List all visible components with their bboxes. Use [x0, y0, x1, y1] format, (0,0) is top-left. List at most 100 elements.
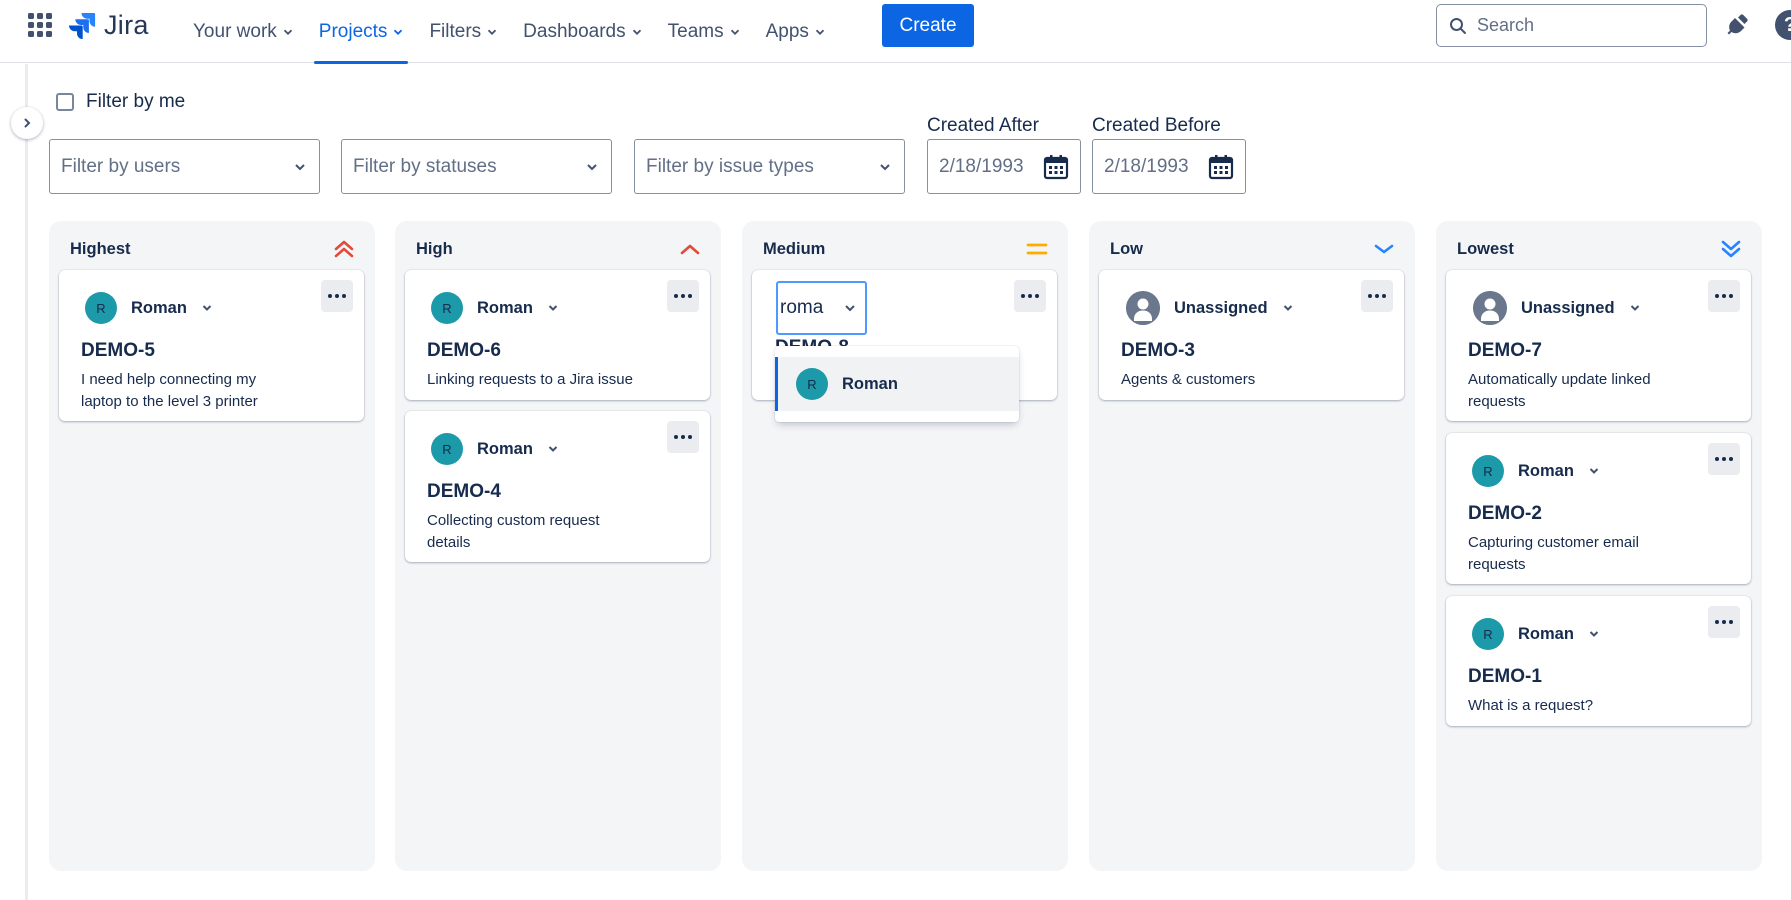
nav-your-work[interactable]: Your work — [180, 0, 306, 63]
filter-statuses-select[interactable]: Filter by statuses — [341, 139, 612, 194]
column-title: Highest — [70, 239, 131, 258]
nav-teams[interactable]: Teams — [655, 0, 753, 63]
logo-text: Jira — [104, 9, 149, 40]
issue-key[interactable]: DEMO-5 — [81, 340, 155, 362]
chevron-down-icon — [1630, 305, 1639, 311]
primary-nav: Your work Projects Filters Dashboards Te… — [180, 0, 838, 64]
assignee-name: Unassigned — [1174, 298, 1268, 317]
issue-card[interactable]: Unassigned DEMO-3 Agents & customers — [1099, 270, 1404, 400]
column-header: Highest — [70, 237, 355, 261]
nav-projects[interactable]: Projects — [306, 0, 417, 64]
issue-key[interactable]: DEMO-1 — [1468, 666, 1542, 688]
filter-by-me-checkbox[interactable]: Filter by me — [56, 91, 185, 113]
issue-card[interactable]: Unassigned DEMO-7 Automatically update l… — [1446, 270, 1751, 421]
column-high: High R Roman DEMO-6 Linking requests to … — [395, 221, 721, 871]
nav-filters[interactable]: Filters — [416, 0, 510, 63]
more-actions-button[interactable] — [321, 280, 353, 312]
filter-issue-types-select[interactable]: Filter by issue types — [634, 139, 905, 194]
assignee-name: Unassigned — [1521, 298, 1615, 317]
filter-by-me-label: Filter by me — [86, 91, 186, 112]
created-before-label: Created Before — [1092, 115, 1221, 136]
search-icon — [1450, 17, 1466, 34]
checkbox-box[interactable] — [56, 93, 74, 111]
more-actions-button[interactable] — [667, 421, 699, 453]
assignee-dropdown[interactable]: Unassigned — [1473, 291, 1641, 325]
more-actions-button[interactable] — [1708, 280, 1740, 312]
chevron-right-icon — [24, 118, 31, 128]
assignee-dropdown[interactable]: Unassigned — [1126, 291, 1294, 325]
chevron-down-icon — [548, 305, 558, 311]
issue-summary: Agents & customers — [1121, 371, 1256, 388]
create-button[interactable]: Create — [882, 4, 974, 47]
assignee-dropdown[interactable]: R Roman — [431, 433, 559, 465]
chevron-down-icon — [202, 305, 212, 311]
more-actions-button[interactable] — [667, 280, 699, 312]
jira-logo[interactable]: Jira — [68, 10, 149, 40]
search-input[interactable] — [1477, 15, 1687, 36]
created-before-input[interactable]: 2/18/1993 — [1092, 139, 1246, 194]
issue-key[interactable]: DEMO-6 — [427, 340, 501, 362]
search-box[interactable] — [1436, 4, 1707, 47]
avatar: R — [431, 433, 463, 465]
issue-card[interactable]: R Roman DEMO-1 What is a request? — [1446, 596, 1751, 726]
issue-key[interactable]: DEMO-3 — [1121, 340, 1195, 362]
issue-card[interactable]: R Roman DEMO-4 Collecting custom request… — [405, 411, 710, 562]
column-header: Lowest — [1457, 237, 1742, 261]
issue-key[interactable]: DEMO-7 — [1468, 340, 1542, 362]
help-icon[interactable]: ? — [1775, 10, 1791, 40]
column-title: High — [416, 239, 453, 258]
expand-sidebar-button[interactable] — [11, 107, 43, 139]
issue-card[interactable]: R Roman DEMO-6 Linking requests to a Jir… — [405, 270, 710, 400]
app-switcher-icon[interactable] — [28, 13, 52, 37]
issue-summary: Linking requests to a Jira issue — [427, 371, 633, 388]
assignee-name: Roman — [1518, 624, 1574, 643]
filter-issue-types-placeholder: Filter by issue types — [646, 155, 814, 177]
assignee-name: Roman — [131, 298, 187, 317]
more-actions-button[interactable] — [1708, 443, 1740, 475]
chevron-down-icon — [548, 446, 558, 452]
chevron-down-icon[interactable] — [843, 301, 857, 315]
column-header: Low — [1110, 237, 1395, 261]
more-actions-button[interactable] — [1361, 280, 1393, 312]
calendar-icon[interactable] — [1208, 154, 1234, 180]
column-title: Medium — [763, 239, 826, 258]
chevron-down-icon — [488, 29, 497, 35]
nav-apps[interactable]: Apps — [753, 0, 838, 63]
created-after-input[interactable]: 2/18/1993 — [927, 139, 1081, 194]
created-after-value: 2/18/1993 — [939, 155, 1024, 177]
nav-dashboards[interactable]: Dashboards — [510, 0, 654, 63]
chevron-down-icon — [815, 29, 825, 35]
filter-users-select[interactable]: Filter by users — [49, 139, 320, 194]
more-actions-button[interactable] — [1014, 280, 1046, 312]
assignee-dropdown[interactable]: R Roman — [85, 292, 213, 324]
unassigned-avatar-icon — [1473, 291, 1507, 325]
issue-summary: Collecting custom request details — [427, 512, 600, 551]
issue-card[interactable]: R Roman DEMO-2 Capturing customer email … — [1446, 433, 1751, 584]
assignee-dropdown[interactable]: R Roman — [1472, 618, 1600, 650]
issue-summary: Automatically update linked requests — [1468, 371, 1651, 410]
assignee-dropdown[interactable]: R Roman — [431, 292, 559, 324]
sidebar-rail — [25, 64, 28, 900]
issue-key[interactable]: DEMO-2 — [1468, 503, 1542, 525]
column-highest: Highest R Roman DEMO-5 I need help conne… — [49, 221, 375, 871]
assignee-search-input[interactable] — [780, 297, 840, 319]
top-navigation: Jira Your work Projects Filters Dashboar… — [0, 0, 1791, 64]
nav-label: Apps — [765, 20, 809, 42]
assignee-name: Roman — [477, 298, 533, 317]
unassigned-avatar-icon — [1126, 291, 1160, 325]
assignee-option[interactable]: R Roman — [775, 357, 1019, 411]
issue-key[interactable]: DEMO-4 — [427, 481, 501, 503]
nav-label: Teams — [667, 20, 724, 42]
more-actions-button[interactable] — [1708, 606, 1740, 638]
assignee-picker[interactable] — [776, 281, 867, 335]
avatar: R — [796, 368, 828, 400]
created-after-label: Created After — [927, 115, 1039, 136]
chevron-down-icon — [1283, 305, 1292, 311]
chevron-down-icon — [283, 29, 292, 35]
nav-label: Your work — [193, 20, 277, 42]
assignee-dropdown[interactable]: R Roman — [1472, 455, 1600, 487]
assignee-name: Roman — [477, 439, 533, 458]
notifications-icon[interactable] — [1724, 12, 1750, 38]
issue-card[interactable]: R Roman DEMO-5 I need help connecting my… — [59, 270, 364, 421]
calendar-icon[interactable] — [1043, 154, 1069, 180]
